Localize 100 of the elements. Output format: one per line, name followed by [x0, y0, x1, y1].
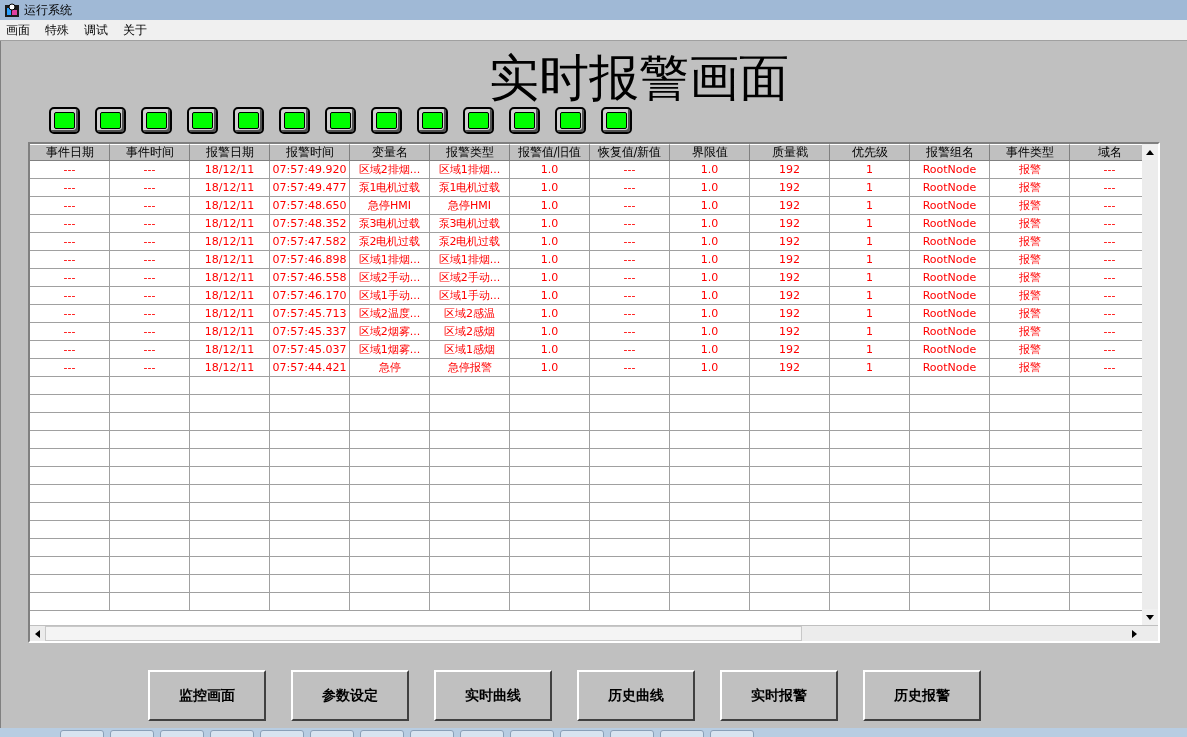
table-cell: 区域1排烟...	[350, 251, 430, 269]
table-cell: ---	[30, 161, 110, 179]
table-cell: 区域2感烟	[430, 323, 510, 341]
table-cell: 192	[750, 287, 830, 305]
table-cell: 报警	[990, 161, 1070, 179]
table-cell: 1	[830, 359, 910, 377]
table-cell: 区域1感烟	[430, 341, 510, 359]
table-cell: RootNode	[910, 341, 990, 359]
table-cell: 泵2电机过载	[430, 233, 510, 251]
table-cell: 泵3电机过载	[430, 215, 510, 233]
table-cell: ---	[590, 359, 670, 377]
table-cell: ---	[30, 197, 110, 215]
nav-button[interactable]: 历史曲线	[577, 670, 695, 721]
column-header[interactable]: 域名	[1070, 144, 1143, 161]
table-cell: ---	[30, 341, 110, 359]
table-cell: 报警	[990, 197, 1070, 215]
table-cell: ---	[110, 197, 190, 215]
column-header[interactable]: 优先级	[830, 144, 910, 161]
table-cell: ---	[590, 341, 670, 359]
table-cell: ---	[590, 323, 670, 341]
window-title: 运行系统	[24, 2, 72, 19]
column-header[interactable]: 事件类型	[990, 144, 1070, 161]
table-cell: 1.0	[670, 233, 750, 251]
column-header[interactable]: 变量名	[350, 144, 430, 161]
table-cell: 18/12/11	[190, 269, 270, 287]
table-cell: 1.0	[670, 215, 750, 233]
table-cell: 07:57:48.650	[270, 197, 350, 215]
nav-button[interactable]: 实时报警	[720, 670, 838, 721]
table-cell: 1.0	[670, 359, 750, 377]
table-cell: 报警	[990, 233, 1070, 251]
menu-item[interactable]: 关于	[123, 21, 147, 39]
table-cell: ---	[590, 233, 670, 251]
nav-button[interactable]: 历史报警	[863, 670, 981, 721]
table-cell: RootNode	[910, 197, 990, 215]
table-cell: 1.0	[510, 197, 590, 215]
table-cell: 泵3电机过载	[350, 215, 430, 233]
table-cell: 192	[750, 269, 830, 287]
table-cell: RootNode	[910, 215, 990, 233]
table-cell: 18/12/11	[190, 233, 270, 251]
table-cell: 18/12/11	[190, 287, 270, 305]
table-cell: 区域1烟雾...	[350, 341, 430, 359]
table-cell: ---	[30, 215, 110, 233]
table-cell: 18/12/11	[190, 161, 270, 179]
table-cell: RootNode	[910, 233, 990, 251]
table-cell: 1.0	[670, 179, 750, 197]
table-cell: ---	[30, 233, 110, 251]
table-cell: ---	[110, 215, 190, 233]
table-cell: 1	[830, 341, 910, 359]
menu-item[interactable]: 画面	[6, 21, 30, 39]
table-cell: 1.0	[670, 161, 750, 179]
table-cell: ---	[110, 305, 190, 323]
menu-item[interactable]: 特殊	[45, 21, 69, 39]
column-header[interactable]: 事件时间	[110, 144, 190, 161]
table-cell: 区域1排烟...	[430, 251, 510, 269]
table-cell: 1.0	[670, 197, 750, 215]
column-header[interactable]: 报警类型	[430, 144, 510, 161]
table-cell: 07:57:49.477	[270, 179, 350, 197]
table-cell: ---	[590, 197, 670, 215]
table-cell: 报警	[990, 179, 1070, 197]
table-cell: 07:57:47.582	[270, 233, 350, 251]
table-cell: ---	[590, 161, 670, 179]
table-cell: 1	[830, 161, 910, 179]
nav-button[interactable]: 监控画面	[148, 670, 266, 721]
table-cell: 1.0	[510, 305, 590, 323]
table-cell: 报警	[990, 341, 1070, 359]
table-cell: ---	[110, 233, 190, 251]
column-header[interactable]: 报警组名	[910, 144, 990, 161]
table-cell: 192	[750, 323, 830, 341]
nav-button[interactable]: 参数设定	[291, 670, 409, 721]
table-cell: 区域1手动...	[350, 287, 430, 305]
table-cell: RootNode	[910, 323, 990, 341]
column-header[interactable]: 质量戳	[750, 144, 830, 161]
table-cell: 报警	[990, 305, 1070, 323]
table-cell: 1	[830, 197, 910, 215]
table-cell: RootNode	[910, 305, 990, 323]
table-cell: ---	[590, 179, 670, 197]
table-cell: ---	[590, 215, 670, 233]
table-cell: 急停	[350, 359, 430, 377]
table-cell: 1	[830, 215, 910, 233]
table-cell: 192	[750, 179, 830, 197]
table-cell: 18/12/11	[190, 323, 270, 341]
column-header[interactable]: 报警时间	[270, 144, 350, 161]
table-cell: 192	[750, 251, 830, 269]
table-cell: 18/12/11	[190, 215, 270, 233]
column-header[interactable]: 报警日期	[190, 144, 270, 161]
column-header[interactable]: 恢复值/新值	[590, 144, 670, 161]
menu-item[interactable]: 调试	[84, 21, 108, 39]
table-cell: ---	[30, 287, 110, 305]
table-cell: 1	[830, 251, 910, 269]
table-cell: 1.0	[510, 269, 590, 287]
column-header[interactable]: 事件日期	[30, 144, 110, 161]
table-cell: ---	[30, 323, 110, 341]
table-cell: 1.0	[670, 305, 750, 323]
table-cell: 区域2排烟...	[350, 161, 430, 179]
column-header[interactable]: 报警值/旧值	[510, 144, 590, 161]
nav-button[interactable]: 实时曲线	[434, 670, 552, 721]
table-cell: 1.0	[510, 323, 590, 341]
column-header[interactable]: 界限值	[670, 144, 750, 161]
table-cell: 07:57:45.037	[270, 341, 350, 359]
table-cell: ---	[590, 251, 670, 269]
